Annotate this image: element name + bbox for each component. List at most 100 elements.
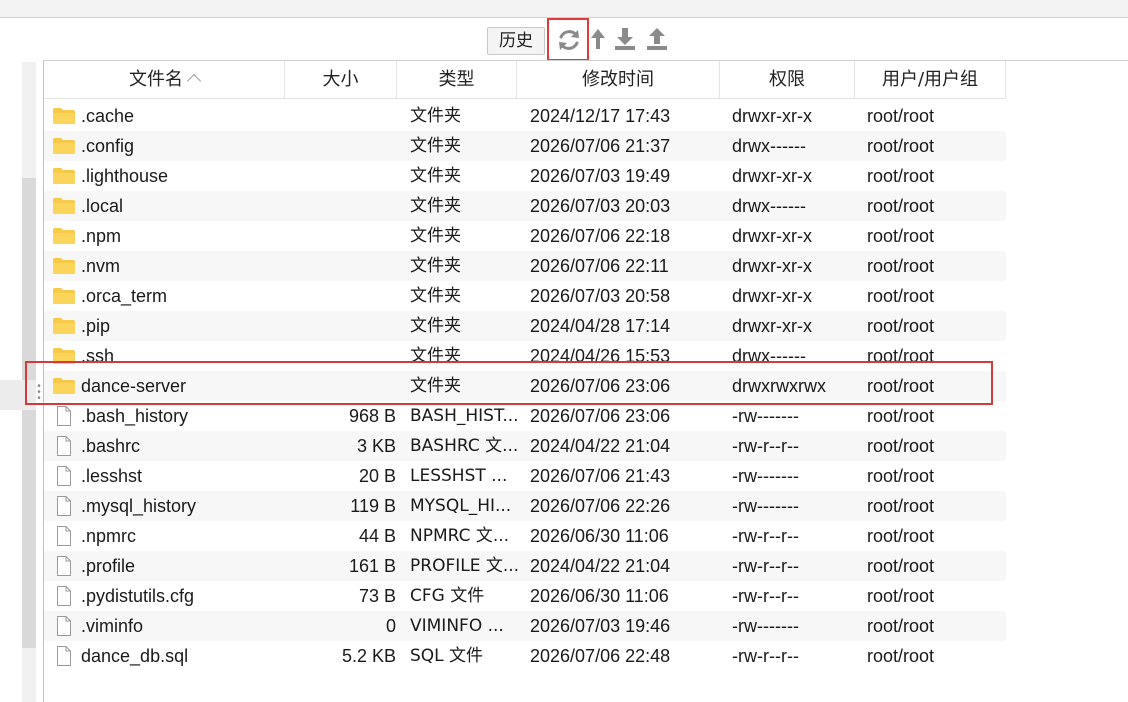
- file-row[interactable]: .local 文件夹 2026/07/03 20:03 drwx------ r…: [44, 191, 1006, 221]
- file-permissions: -rw-------: [732, 466, 799, 486]
- file-row[interactable]: .bashrc 3 KB BASHRC 文... 2024/04/22 21:0…: [44, 431, 1006, 461]
- file-permissions: drwx------: [732, 196, 806, 216]
- file-owner: root/root: [867, 196, 935, 216]
- file-list-rows: .cache 文件夹 2024/12/17 17:43 drwxr-xr-x r…: [44, 101, 1006, 671]
- file-name: .ssh: [81, 346, 115, 366]
- file-size: [289, 191, 396, 221]
- file-type: BASHRC 文...: [410, 436, 519, 456]
- file-type-icon-cell: [50, 521, 76, 551]
- file-owner: root/root: [867, 256, 935, 276]
- file-modified: 2026/06/30 11:06: [530, 586, 669, 606]
- file-type-icon-cell: [50, 581, 76, 611]
- file-size: 119 B: [350, 496, 396, 516]
- folder-icon: [53, 168, 75, 184]
- file-name: .pip: [81, 316, 111, 336]
- file-type-icon-cell: [50, 371, 76, 401]
- file-size: [289, 311, 396, 341]
- upload-icon[interactable]: [645, 26, 669, 52]
- download-icon[interactable]: [613, 26, 637, 52]
- file-size: 968 B: [348, 406, 396, 426]
- file-type-icon-cell: [50, 611, 76, 641]
- file-size: [289, 251, 396, 281]
- file-row[interactable]: .orca_term 文件夹 2026/07/03 20:58 drwxr-xr…: [44, 281, 1006, 311]
- column-type-label: 类型: [438, 69, 475, 90]
- file-permissions: -rw-r--r--: [732, 586, 799, 606]
- file-permissions: -rw-------: [732, 406, 799, 426]
- file-owner: root/root: [867, 526, 935, 546]
- file-permissions: drwxrwxrwx: [732, 376, 826, 396]
- file-permissions: -rw-r--r--: [732, 646, 799, 666]
- history-button[interactable]: 历史: [487, 27, 545, 55]
- file-row[interactable]: .npmrc 44 B NPMRC 文... 2026/06/30 11:06 …: [44, 521, 1006, 551]
- file-permissions: drwxr-xr-x: [732, 106, 812, 126]
- column-header-modified[interactable]: 修改时间: [517, 61, 720, 99]
- file-type-icon-cell: [50, 491, 76, 521]
- file-list-header: 文件名 大小 类型 修改时间 权限 用户/用户组: [44, 61, 1006, 99]
- file-modified: 2026/07/03 20:58: [530, 286, 671, 306]
- file-owner: root/root: [867, 586, 935, 606]
- column-header-type[interactable]: 类型: [397, 61, 517, 99]
- file-permissions: drwx------: [732, 136, 806, 156]
- file-permissions: -rw-------: [732, 496, 799, 516]
- file-type: 文件夹: [410, 166, 461, 186]
- folder-icon: [53, 198, 75, 214]
- file-modified: 2026/07/06 22:26: [530, 496, 671, 516]
- file-row[interactable]: dance-server 文件夹 2026/07/06 23:06 drwxrw…: [44, 371, 1006, 401]
- column-header-permissions[interactable]: 权限: [720, 61, 855, 99]
- file-type-icon-cell: [50, 221, 76, 251]
- file-row[interactable]: .nvm 文件夹 2026/07/06 22:11 drwxr-xr-x roo…: [44, 251, 1006, 281]
- file-row[interactable]: .lighthouse 文件夹 2026/07/03 19:49 drwxr-x…: [44, 161, 1006, 191]
- file-owner: root/root: [867, 316, 935, 336]
- column-header-owner[interactable]: 用户/用户组: [855, 61, 1006, 99]
- file-icon: [57, 646, 71, 666]
- file-modified: 2024/04/22 21:04: [530, 556, 671, 576]
- file-type: 文件夹: [410, 106, 461, 126]
- file-row[interactable]: .pydistutils.cfg 73 B CFG 文件 2026/06/30 …: [44, 581, 1006, 611]
- column-size-label: 大小: [322, 69, 359, 90]
- file-name: .orca_term: [81, 286, 168, 306]
- file-type: 文件夹: [410, 136, 461, 156]
- refresh-icon[interactable]: [556, 27, 582, 53]
- file-row[interactable]: .viminfo 0 VIMINFO ... 2026/07/03 19:46 …: [44, 611, 1006, 641]
- file-type-icon-cell: [50, 461, 76, 491]
- file-modified: 2026/07/06 22:11: [530, 256, 669, 276]
- file-type: PROFILE 文...: [410, 556, 520, 576]
- file-name: .config: [81, 136, 135, 156]
- file-row[interactable]: .npm 文件夹 2026/07/06 22:18 drwxr-xr-x roo…: [44, 221, 1006, 251]
- file-row[interactable]: .pip 文件夹 2024/04/28 17:14 drwxr-xr-x roo…: [44, 311, 1006, 341]
- file-icon: [57, 556, 71, 576]
- splitter-handle[interactable]: • • •: [36, 382, 42, 404]
- file-type: 文件夹: [410, 286, 461, 306]
- file-modified: 2024/04/22 21:04: [530, 436, 671, 456]
- file-row[interactable]: .ssh 文件夹 2024/04/26 15:53 drwx------ roo…: [44, 341, 1006, 371]
- file-row[interactable]: .cache 文件夹 2024/12/17 17:43 drwxr-xr-x r…: [44, 101, 1006, 131]
- file-icon: [57, 616, 71, 636]
- file-modified: 2024/04/28 17:14: [530, 316, 671, 336]
- file-size: 161 B: [348, 556, 396, 576]
- folder-icon: [53, 138, 75, 154]
- file-type-icon-cell: [50, 101, 76, 131]
- file-owner: root/root: [867, 136, 935, 156]
- top-strip: [0, 0, 1128, 18]
- file-permissions: drwxr-xr-x: [732, 166, 812, 186]
- file-owner: root/root: [867, 406, 935, 426]
- file-row[interactable]: dance_db.sql 5.2 KB SQL 文件 2026/07/06 22…: [44, 641, 1006, 671]
- file-row[interactable]: .mysql_history 119 B MYSQL_HI... 2026/07…: [44, 491, 1006, 521]
- file-size: [289, 161, 396, 191]
- file-row[interactable]: .profile 161 B PROFILE 文... 2024/04/22 2…: [44, 551, 1006, 581]
- file-owner: root/root: [867, 376, 935, 396]
- file-row[interactable]: .bash_history 968 B BASH_HIST... 2026/07…: [44, 401, 1006, 431]
- file-name: dance-server: [81, 376, 187, 396]
- file-type: 文件夹: [410, 316, 461, 336]
- file-size: 44 B: [358, 526, 396, 546]
- file-row[interactable]: .config 文件夹 2026/07/06 21:37 drwx------ …: [44, 131, 1006, 161]
- left-scrollbar-thumb[interactable]: [22, 178, 36, 648]
- file-owner: root/root: [867, 346, 935, 366]
- column-header-name[interactable]: 文件名: [44, 61, 285, 99]
- up-directory-icon[interactable]: [589, 27, 607, 53]
- file-row[interactable]: .lesshst 20 B LESSHST ... 2026/07/06 21:…: [44, 461, 1006, 491]
- column-header-size[interactable]: 大小: [285, 61, 397, 99]
- file-permissions: -rw-r--r--: [732, 556, 799, 576]
- file-icon: [57, 436, 71, 456]
- file-list-panel: 文件名 大小 类型 修改时间 权限 用户/用户组 .cache 文件夹 2024…: [43, 60, 1128, 702]
